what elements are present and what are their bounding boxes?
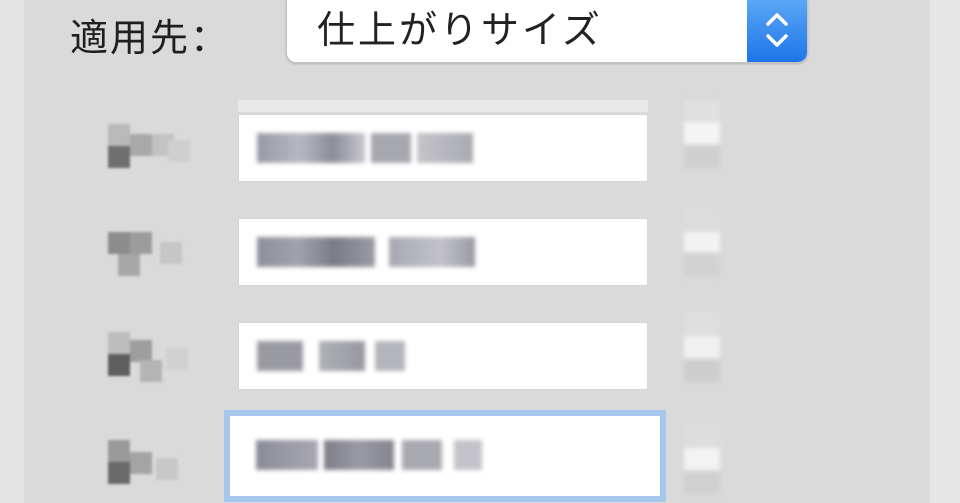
- apply-to-popup-button[interactable]: 仕上がりサイズ: [286, 0, 808, 63]
- panel-edge: [930, 0, 960, 503]
- field-stepper-obscured[interactable]: [684, 424, 720, 494]
- apply-to-selected-value: 仕上がりサイズ: [317, 8, 603, 52]
- text-field-obscured[interactable]: [238, 218, 648, 286]
- row-label-obscured: [100, 226, 190, 276]
- row-label-obscured: [100, 436, 190, 484]
- row-label-obscured: [100, 330, 190, 382]
- popup-stepper[interactable]: [747, 0, 807, 62]
- text-field-focused-obscured[interactable]: [224, 410, 666, 502]
- text-field-obscured[interactable]: [238, 114, 648, 182]
- field-stepper-obscured[interactable]: [684, 312, 720, 382]
- row-label-obscured: [100, 120, 190, 168]
- up-down-chevrons-icon: [766, 13, 788, 47]
- field-stepper-obscured[interactable]: [684, 100, 720, 170]
- text-field-obscured[interactable]: [238, 322, 648, 390]
- field-stepper-obscured[interactable]: [684, 208, 720, 278]
- field-shadow: [238, 100, 648, 112]
- apply-to-label: 適用先：: [70, 16, 231, 60]
